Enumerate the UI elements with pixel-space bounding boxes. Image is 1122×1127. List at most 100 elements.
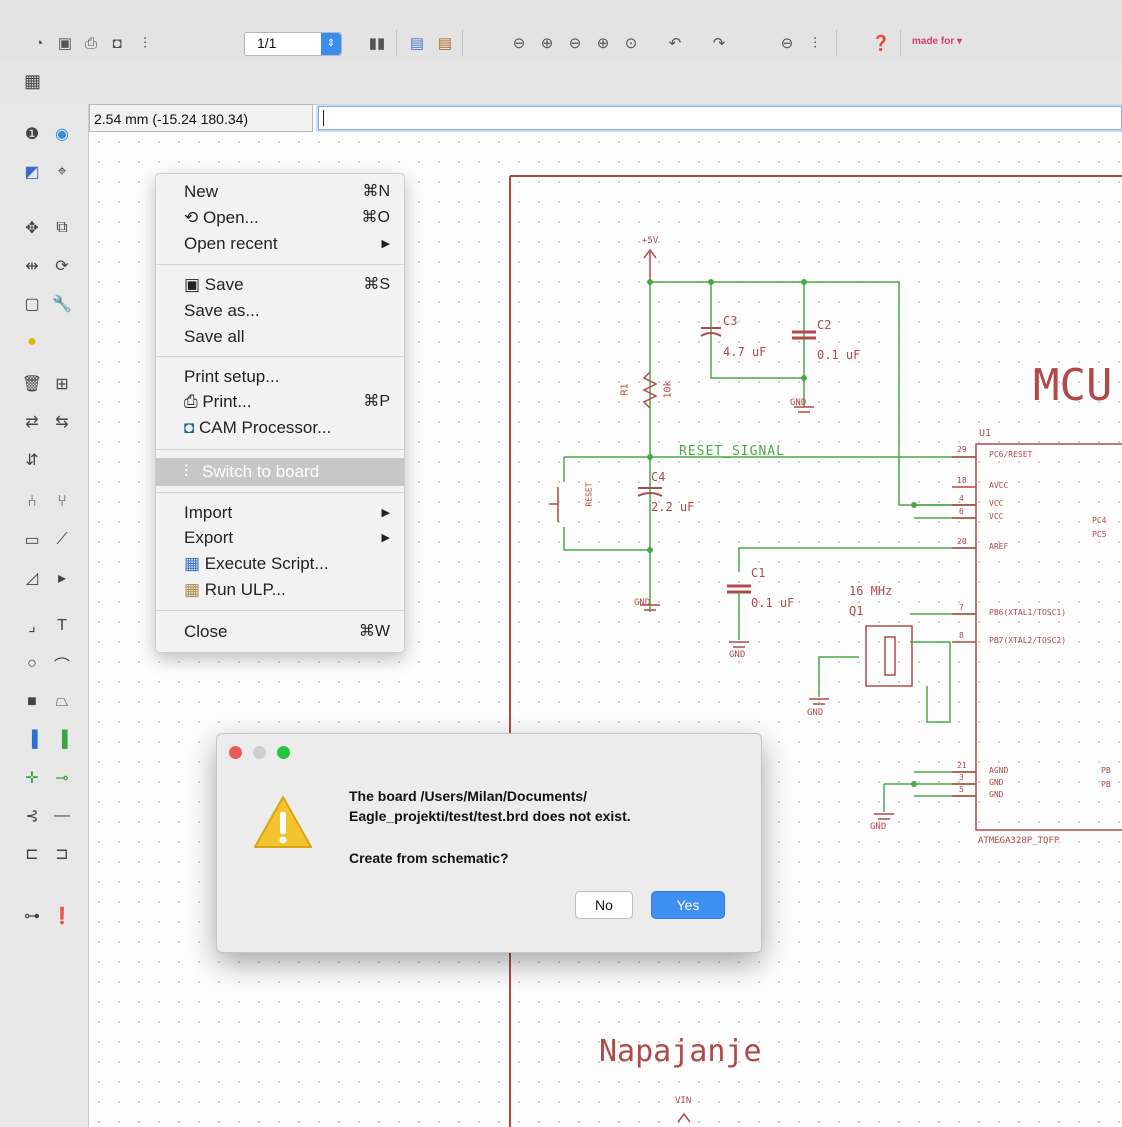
paint-icon[interactable]: ● [20,330,44,354]
add-icon[interactable]: ⊞ [50,372,74,396]
group-icon[interactable]: ▢ [20,292,44,316]
minimize-window-icon[interactable] [253,746,266,759]
label-icon[interactable]: ⊸ [50,766,74,790]
arc-icon[interactable]: ⌒ [50,652,74,676]
save-icon[interactable]: ▣ [54,32,76,54]
menu-item-run-ulp[interactable]: ▦ Run ULP... [184,578,286,602]
reset-button-label: RESET [584,482,594,507]
gnd-label: GND [634,598,651,608]
menu-item-switch-to-board[interactable]: ⫶ Switch to board [156,458,404,486]
pin-name: GND [989,778,1004,787]
eye-icon[interactable]: ◉ [50,122,74,146]
pin-name: PC6/RESET [989,450,1033,459]
polygon-icon[interactable]: ⏢ [50,690,74,714]
sheet-value: 1/1 [257,35,277,51]
menu-item-save-as[interactable]: Save as... [184,299,260,323]
replace-icon[interactable]: ⇵ [20,448,44,472]
net-icon[interactable]: ▐ [50,728,74,752]
r1-value: 10k [662,380,674,399]
smash-icon[interactable]: ◿ [20,566,44,590]
cam-icon[interactable]: ◘ [106,32,128,54]
run-icon[interactable]: ⊶ [20,904,44,928]
menu-item-open[interactable]: ⟲ Open... [184,206,259,230]
zoom-select-icon[interactable]: ⊕ [592,32,614,54]
name-icon[interactable]: ▭ [20,528,44,552]
gateswap-icon[interactable]: ⇆ [50,410,74,434]
bar-chart-icon[interactable]: ▮▮ [366,32,388,54]
help-icon[interactable]: ❓ [870,32,892,54]
mirror-icon[interactable]: ⇹ [20,254,44,278]
menu-item-execute-script[interactable]: ▦ Execute Script... [184,552,329,576]
coordinate-display: 2.54 mm (-15.24 180.34) [89,104,313,132]
junction-icon[interactable]: ✛ [20,766,44,790]
menu-item-open-recent[interactable]: Open recent [184,232,278,256]
menu-item-print[interactable]: ⎙ Print... [184,390,251,414]
optimize-icon[interactable]: ⑂ [50,490,74,514]
menu-item-new[interactable]: New [184,180,218,204]
c1-name: C1 [751,566,766,580]
brand-logo-icon[interactable]: made for ▾ [912,36,962,47]
rect-icon[interactable]: ■ [20,690,44,714]
secondary-toolbar: ▦ [0,60,1122,105]
layer-alt-icon[interactable]: ▤ [434,32,456,54]
menu-item-close[interactable]: Close [184,620,227,644]
file-menu: New ⌘N ⟲ Open... ⌘O Open recent ▶ ▣ Save… [155,173,405,653]
warning-small-icon[interactable]: ❗ [50,904,74,928]
redraw-icon[interactable]: ⊙ [620,32,642,54]
delete-icon[interactable]: 🗑 [20,372,44,396]
redo-icon[interactable]: ↷ [708,32,730,54]
dimension-icon[interactable]: — [50,804,74,828]
command-input[interactable] [318,106,1122,130]
menu-item-cam-processor[interactable]: ◘ CAM Processor... [184,416,331,440]
zoom-fit-icon[interactable]: ⊖ [508,32,530,54]
sheet-stepper-icon[interactable]: ⇕ [321,33,341,55]
sheet-select[interactable]: 1/1 ⇕ [244,32,342,56]
menu-item-print-setup[interactable]: Print setup... [184,365,279,389]
wire-icon[interactable]: ⌟ [20,614,44,638]
grid-icon[interactable]: ▦ [24,71,46,91]
menu-item-export[interactable]: Export [184,526,233,550]
erc-icon[interactable]: ⊐ [50,842,74,866]
yes-button[interactable]: Yes [651,891,725,919]
crystal-value: 16 MHz [849,584,893,598]
go-icon[interactable]: ⫶ [804,32,826,54]
open-icon[interactable]: ◔ [28,32,50,54]
rotate-icon[interactable]: ⟳ [50,254,74,278]
move-icon[interactable]: ✥ [20,216,44,240]
wrench-icon[interactable]: 🔧 [50,292,74,316]
undo-icon[interactable]: ↶ [664,32,686,54]
layer-display-icon[interactable]: ◩ [20,160,44,184]
copy-icon[interactable]: ⧉ [50,216,74,240]
menu-item-import[interactable]: Import [184,501,232,525]
print-icon[interactable]: ⎙ [80,32,102,54]
bus-icon[interactable]: ▐ [20,728,44,752]
text-icon[interactable]: T [50,614,74,638]
menu-item-save-all[interactable]: Save all [184,325,244,349]
pin-name: VCC [989,512,1004,521]
text-cursor [323,110,324,126]
layer-icon[interactable]: ▤ [406,32,428,54]
dialog-question: Create from schematic? [349,850,509,866]
circle-icon[interactable]: ○ [20,652,44,676]
ripup-icon[interactable]: ⊏ [20,842,44,866]
no-button[interactable]: No [575,891,633,919]
zoom-window-icon[interactable] [277,746,290,759]
switch-board-icon[interactable]: ⫶ [134,32,156,54]
pinswap-icon[interactable]: ⇄ [20,410,44,434]
u1-part: ATMEGA328P_TQFP [978,836,1060,846]
mark-icon[interactable]: ⌖ [50,160,74,184]
menu-item-print-label: Print... [202,392,252,411]
miter-icon[interactable]: ▸ [50,566,74,590]
split-icon[interactable]: ⑃ [20,490,44,514]
stop-icon[interactable]: ⊖ [776,32,798,54]
u1-name: U1 [979,428,992,439]
menu-item-cam-label: CAM Processor... [199,418,332,437]
zoom-in-icon[interactable]: ⊕ [536,32,558,54]
attribute-icon[interactable]: ⊰ [20,804,44,828]
menu-item-save[interactable]: ▣ Save [184,273,244,297]
value-icon[interactable]: ⟋ [50,528,74,552]
zoom-out-icon[interactable]: ⊖ [564,32,586,54]
close-window-icon[interactable] [229,746,242,759]
info-icon[interactable]: ❶ [20,122,44,146]
pin-num: 21 [957,761,967,770]
